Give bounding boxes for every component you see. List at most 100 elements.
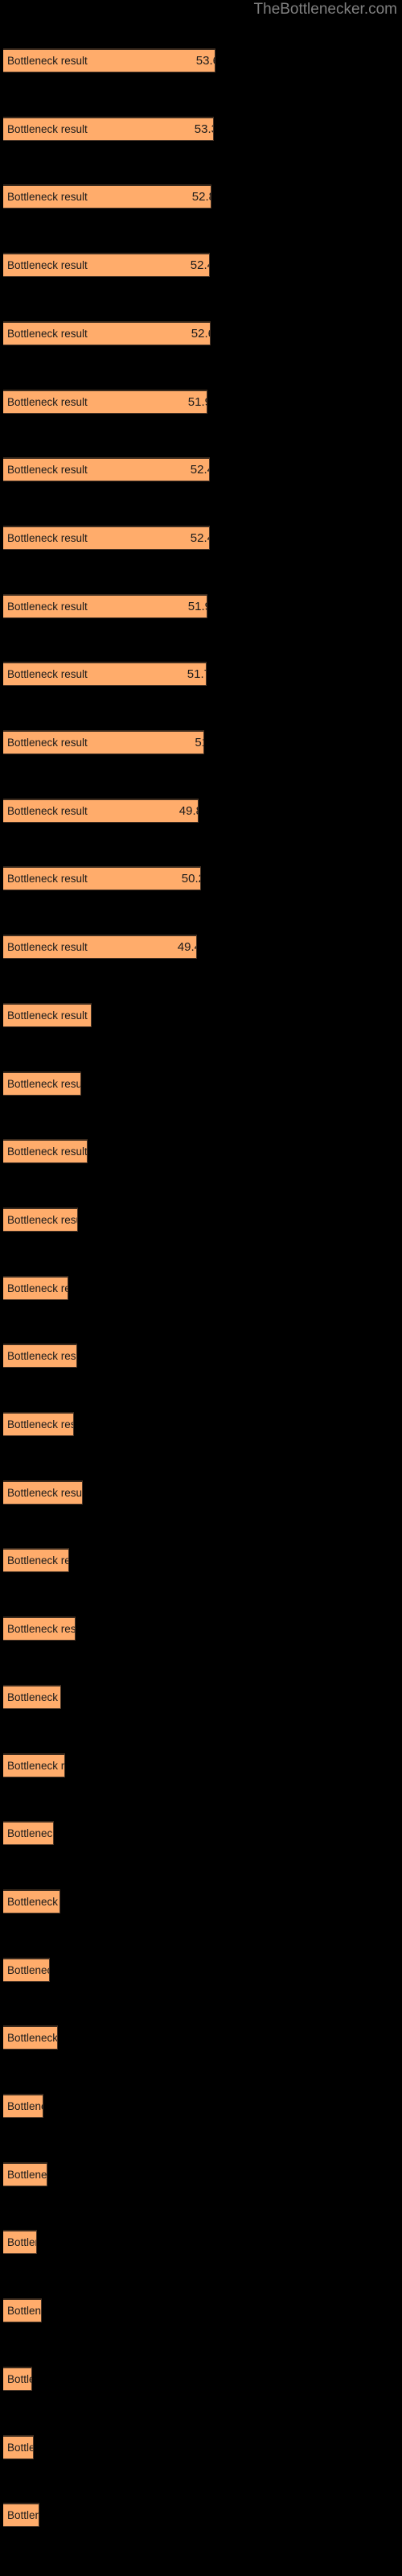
bar-row: Bottleneck result 51.9 xyxy=(0,388,402,415)
bar-row: Bottleneck result xyxy=(0,1137,402,1165)
bar-row: Bottleneck result xyxy=(0,1615,402,1642)
bar[interactable]: Bottleneck result xyxy=(3,2503,39,2527)
bar[interactable]: Bottleneck result xyxy=(3,2435,34,2459)
bar-row: Bottleneck result xyxy=(0,2434,402,2461)
bar-row: Bottleneck result xyxy=(0,1752,402,1779)
bar-category-label: Bottleneck result xyxy=(7,736,88,749)
bar[interactable]: Bottleneck result xyxy=(3,2230,37,2254)
bar-category-label: Bottleneck result xyxy=(7,2304,42,2317)
bar-row: Bottleneck result 52.8 xyxy=(0,183,402,210)
bar-category-label: Bottleneck result xyxy=(7,1213,77,1226)
bar-value-label: 52.6 xyxy=(191,326,210,341)
bar[interactable]: Bottleneck result xyxy=(3,1753,65,1777)
bar-row: Bottleneck result xyxy=(0,1410,402,1438)
bar-category-label: Bottleneck result xyxy=(7,2099,43,2112)
bar-category-label: Bottleneck result xyxy=(7,395,88,408)
bar[interactable]: Bottleneck result xyxy=(3,1003,92,1027)
bar[interactable]: Bottleneck result xyxy=(3,1889,60,1913)
bar-row: Bottleneck result xyxy=(0,1479,402,1506)
bar-value-label: 51 xyxy=(195,735,203,749)
bar-row: Bottleneck result xyxy=(0,1342,402,1369)
bar[interactable]: Bottleneck result xyxy=(3,1958,50,1982)
bar-row: Bottleneck result xyxy=(0,1001,402,1029)
bar-value-label: 51.7 xyxy=(187,667,206,681)
bar-category-label: Bottleneck result xyxy=(7,1349,76,1362)
bar[interactable]: Bottleneck result 52.4 xyxy=(3,526,210,550)
bar-category-label: Bottleneck result xyxy=(7,190,88,203)
bar-category-label: Bottleneck result xyxy=(7,1077,81,1090)
bars-layer: Bottleneck result 53.6 Bottleneck result 53… xyxy=(0,0,402,2576)
bar-value-label: 51.9 xyxy=(187,599,207,613)
bar-row: Bottleneck result xyxy=(0,2365,402,2392)
bar[interactable]: Bottleneck result xyxy=(3,2162,47,2186)
bar[interactable]: Bottleneck result xyxy=(3,2094,43,2118)
bar[interactable]: Bottleneck result 52.4 xyxy=(3,457,210,481)
bar[interactable]: Bottleneck result xyxy=(3,2298,42,2322)
bar[interactable]: Bottleneck result xyxy=(3,1616,76,1641)
bar-value-label: 52.4 xyxy=(190,462,209,477)
bar-category-label: Bottleneck result xyxy=(7,1145,88,1158)
bar-category-label: Bottleneck result xyxy=(7,600,88,613)
bar-row: Bottleneck result xyxy=(0,1819,402,1847)
bar-category-label: Bottleneck result xyxy=(7,1690,60,1703)
bar-row: Bottleneck result xyxy=(0,2024,402,2051)
bar[interactable]: Bottleneck result xyxy=(3,2025,58,2050)
bar-chart-root: TheBottlenecker.com Bottleneck result 53.… xyxy=(0,0,402,2576)
bar[interactable]: Bottleneck result 50.2 xyxy=(3,866,201,890)
bar-value-label: 52.4 xyxy=(190,530,209,545)
bar-value-label: 53.6 xyxy=(195,53,215,68)
bar-row: Bottleneck result 52.4 xyxy=(0,456,402,483)
bar-row: Bottleneck result xyxy=(0,1546,402,1574)
bar-row: Bottleneck result xyxy=(0,1956,402,1984)
bar-category-label: Bottleneck result xyxy=(7,327,88,340)
bar[interactable]: Bottleneck result xyxy=(3,1412,74,1436)
bar[interactable]: Bottleneck result xyxy=(3,1071,81,1096)
bar-row: Bottleneck result xyxy=(0,1206,402,1233)
bar[interactable]: Bottleneck result xyxy=(3,1208,78,1232)
bar-category-label: Bottleneck result xyxy=(7,1282,68,1294)
bar[interactable]: Bottleneck result xyxy=(3,1276,68,1300)
bar-category-label: Bottleneck result xyxy=(7,258,88,271)
bar[interactable]: Bottleneck result 51.9 xyxy=(3,390,207,414)
bar-category-label: Bottleneck result xyxy=(7,1759,65,1772)
bar-row: Bottleneck result 53.6 xyxy=(0,47,402,74)
bar[interactable]: Bottleneck result 51 xyxy=(3,730,204,754)
bar-category-label: Bottleneck result xyxy=(7,1827,54,1839)
bar-category-label: Bottleneck result xyxy=(7,2031,58,2044)
bar-category-label: Bottleneck result xyxy=(7,54,88,67)
bar[interactable]: Bottleneck result 51.7 xyxy=(3,662,207,686)
bar-category-label: Bottleneck result xyxy=(7,667,88,680)
bar-row: Bottleneck result 51.7 xyxy=(0,660,402,687)
bar-row: Bottleneck result 49.4 xyxy=(0,933,402,960)
bar-category-label: Bottleneck result xyxy=(7,1554,68,1567)
bar[interactable]: Bottleneck result xyxy=(3,1548,69,1572)
bar[interactable]: Bottleneck result 52.8 xyxy=(3,184,211,208)
bar-row: Bottleneck result xyxy=(0,1888,402,1915)
bar[interactable]: Bottleneck result 53.3 xyxy=(3,117,214,141)
bar-row: Bottleneck result xyxy=(0,2161,402,2188)
bar[interactable]: Bottleneck result xyxy=(3,1480,83,1505)
bar-category-label: Bottleneck result xyxy=(7,2168,47,2181)
bar[interactable]: Bottleneck result xyxy=(3,1685,61,1709)
bar-row: Bottleneck result xyxy=(0,2501,402,2529)
bar[interactable]: Bottleneck result 53.6 xyxy=(3,48,215,72)
bar[interactable]: Bottleneck result 51.9 xyxy=(3,594,207,618)
bar[interactable]: Bottleneck result xyxy=(3,1344,77,1368)
bar-row: Bottleneck result 52.6 xyxy=(0,320,402,347)
bar[interactable]: Bottleneck result 49.4 xyxy=(3,935,197,959)
bar-row: Bottleneck result 52.4 xyxy=(0,251,402,279)
bar[interactable]: Bottleneck result xyxy=(3,1821,54,1845)
bar-row: Bottleneck result 50.2 xyxy=(0,865,402,892)
bar[interactable]: Bottleneck result 49.8 xyxy=(3,799,199,823)
bar-category-label: Bottleneck result xyxy=(7,1622,76,1635)
bar-value-label: 53.3 xyxy=(194,122,213,136)
bar[interactable]: Bottleneck result xyxy=(3,1139,88,1163)
bar-category-label: Bottleneck result xyxy=(7,1895,59,1908)
bar[interactable]: Bottleneck result xyxy=(3,2367,32,2391)
bar-value-label: 49.4 xyxy=(177,939,196,954)
bar-category-label: Bottleneck result xyxy=(7,531,88,544)
bar-row: Bottleneck result xyxy=(0,2092,402,2120)
bar-row: Bottleneck result xyxy=(0,1274,402,1302)
bar[interactable]: Bottleneck result 52.6 xyxy=(3,321,211,345)
bar[interactable]: Bottleneck result 52.4 xyxy=(3,253,210,277)
